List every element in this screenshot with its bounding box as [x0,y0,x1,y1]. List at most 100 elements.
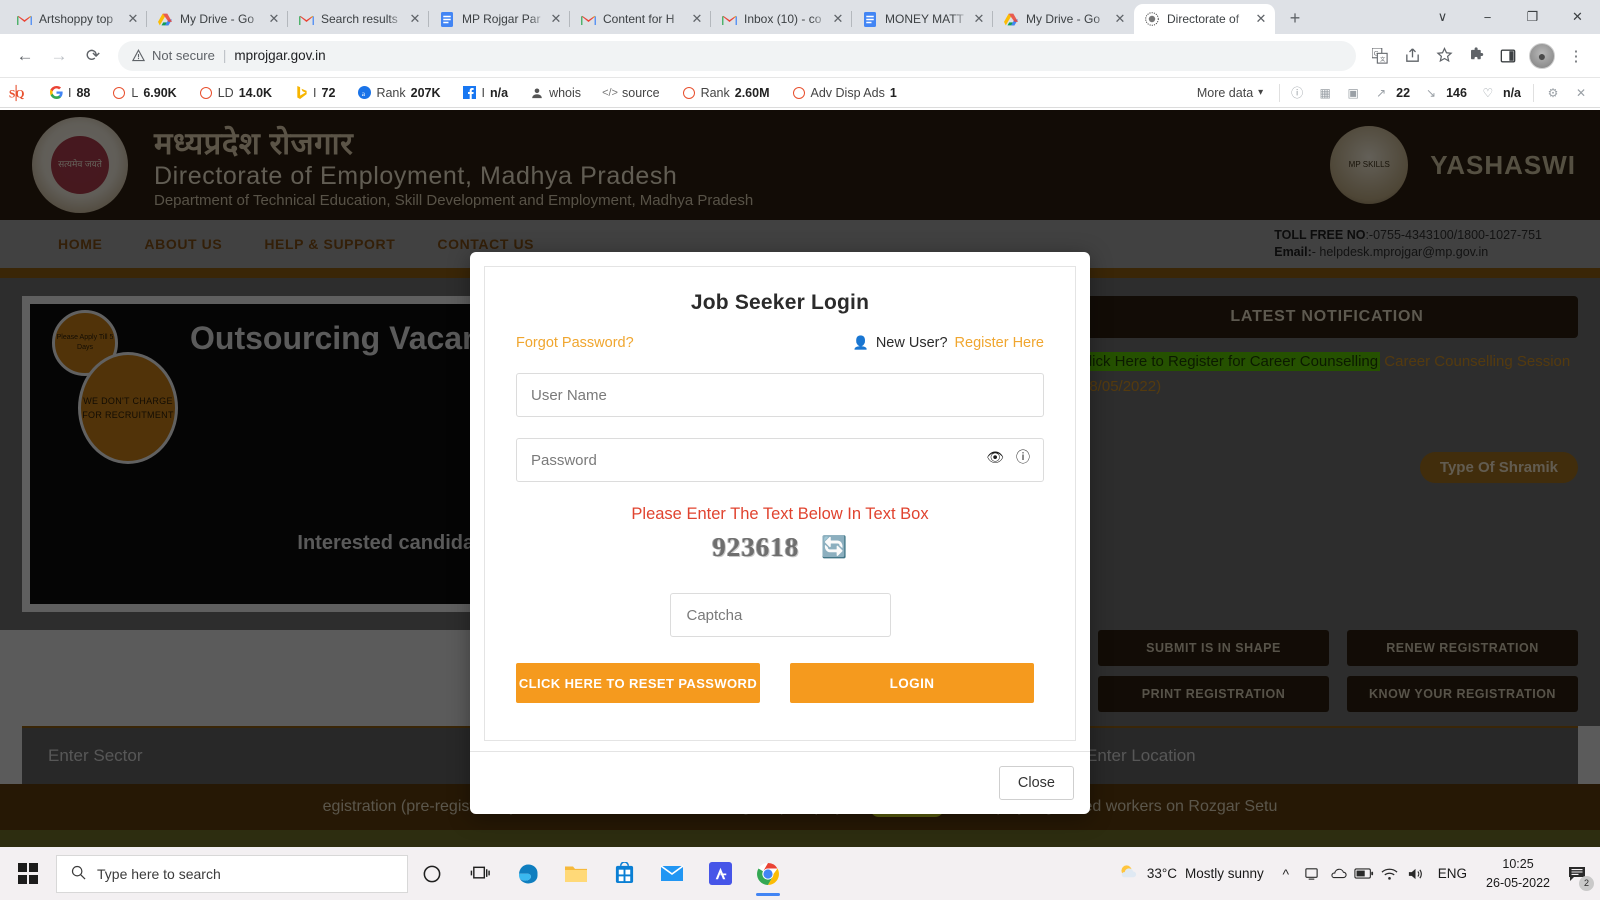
translate-icon[interactable]: G文 [1364,40,1396,72]
tab-title: Content for H [603,12,675,26]
tab-close-icon[interactable]: ✕ [125,11,141,27]
diagnosis-icon[interactable]: ▣ [1340,82,1366,104]
seo-metric-bing[interactable]: I 72 [283,86,346,100]
chevron-up-icon[interactable]: ^ [1273,851,1299,897]
tab-search-icon[interactable]: ∨ [1420,0,1465,34]
close-window-button[interactable]: ✕ [1555,0,1600,34]
drive-icon [157,11,173,27]
browser-tab[interactable]: Inbox (10) - co ✕ [711,4,852,34]
seo-metric-value: 1 [889,85,897,100]
seo-metric-alexa-rank[interactable]: a Rank 207K [346,86,451,100]
onedrive-sync-icon[interactable] [1299,851,1325,897]
tab-close-icon[interactable]: ✕ [407,11,423,27]
login-button[interactable]: LOGIN [790,663,1034,703]
volume-icon[interactable] [1403,851,1429,897]
seoquake-toolbar: SQ I 88 L 6.90K LD 14.0K I 72 a Rank 207… [0,78,1600,108]
minimize-button[interactable]: − [1465,0,1510,34]
onedrive-icon[interactable] [1325,851,1351,897]
weather-widget[interactable]: 33°C Mostly sunny [1109,862,1273,886]
file-explorer-icon[interactable] [552,851,600,897]
seo-more-data-button[interactable]: More data ▾ [1185,86,1275,100]
browser-tab[interactable]: Artshoppy top ✕ [6,4,147,34]
task-view-icon[interactable] [456,851,504,897]
seo-metric-links[interactable]: L 6.90K [101,86,187,100]
extensions-puzzle-icon[interactable] [1460,40,1492,72]
page-diagnosis-icon[interactable]: ♡ [1475,82,1501,104]
close-icon[interactable]: ✕ [1568,82,1594,104]
action-center-button[interactable]: 2 [1560,851,1594,897]
window-controls: ∨ − ❐ ✕ [1420,0,1600,34]
seo-metric-label: L [131,85,139,100]
seo-metric-whois[interactable]: whois [519,86,592,100]
captcha-input[interactable] [669,593,891,637]
password-input[interactable] [516,438,1044,482]
bookmark-star-icon[interactable] [1428,40,1460,72]
address-bar[interactable]: Not secure | mprojgar.gov.in [118,40,1356,71]
chrome-menu-icon[interactable]: ⋮ [1560,40,1592,72]
username-input[interactable] [516,373,1044,417]
refresh-icon[interactable]: 🔄 [821,536,847,560]
taskbar-search-box[interactable]: Type here to search [56,854,408,893]
tab-close-icon[interactable]: ✕ [689,11,705,27]
browser-tab[interactable]: MP Rojgar Par ✕ [429,4,570,34]
eye-icon[interactable]: 👁 [986,450,1004,464]
profile-avatar[interactable]: ● [1529,42,1555,69]
browser-tab[interactable]: MONEY MATT ✕ [852,4,993,34]
tab-close-icon[interactable]: ✕ [971,11,987,27]
browser-tab-active[interactable]: Directorate of ✕ [1134,4,1275,34]
microsoft-store-icon[interactable] [600,851,648,897]
diagnosis-value: n/a [1502,85,1521,100]
seo-metric-label: I [68,85,72,100]
taskbar-clock[interactable]: 10:25 26-05-2022 [1476,855,1560,891]
back-button[interactable]: ← [8,39,42,73]
a-app-icon[interactable] [696,851,744,897]
seo-metric-adv-disp-ads[interactable]: Adv Disp Ads 1 [781,86,908,100]
mail-icon[interactable] [648,851,696,897]
start-button[interactable] [4,851,52,897]
source-code-icon: </> [602,86,618,99]
new-tab-button[interactable]: + [1281,4,1309,32]
seoquake-logo[interactable]: SQ [6,83,28,103]
tab-close-icon[interactable]: ✕ [266,11,282,27]
chrome-icon[interactable] [744,851,792,897]
tab-close-icon[interactable]: ✕ [830,11,846,27]
reset-password-button[interactable]: CLICK HERE TO RESET PASSWORD [516,663,760,703]
weather-temperature: 33°C [1146,866,1177,881]
tab-strip: Artshoppy top ✕ My Drive - Go ✕ Search r… [0,0,1600,34]
tab-close-icon[interactable]: ✕ [548,11,564,27]
browser-tab[interactable]: My Drive - Go ✕ [147,4,288,34]
maximize-button[interactable]: ❐ [1510,0,1555,34]
seo-metric-google[interactable]: I 88 [38,86,101,100]
battery-icon[interactable] [1351,851,1377,897]
internal-link-icon[interactable]: ↘ [1418,82,1444,104]
reload-button[interactable]: ⟳ [76,39,110,73]
forward-button[interactable]: → [42,39,76,73]
sidepanel-icon[interactable] [1492,40,1524,72]
wifi-icon[interactable] [1377,851,1403,897]
password-field-wrapper: 👁 ⓘ [516,438,1044,503]
seo-metric-linking-domains[interactable]: LD 14.0K [188,86,283,100]
browser-tab[interactable]: Search results ✕ [288,4,429,34]
browser-tab[interactable]: My Drive - Go ✕ [993,4,1134,34]
seo-metric-semrush-rank[interactable]: Rank 2.60M [671,86,781,100]
seo-metric-source[interactable]: </> source [592,86,671,100]
tab-close-icon[interactable]: ✕ [1112,11,1128,27]
gear-icon[interactable]: ⚙ [1540,82,1566,104]
external-link-icon[interactable]: ↗ [1368,82,1394,104]
info-icon[interactable]: ⓘ [1284,82,1310,104]
info-icon[interactable]: ⓘ [1016,450,1030,464]
new-user-label: New User? [875,335,948,351]
tab-close-icon[interactable]: ✕ [1253,11,1269,27]
forgot-password-link[interactable]: Forgot Password? [516,335,634,351]
edge-icon[interactable] [504,851,552,897]
url-text: mprojgar.gov.in [234,48,326,63]
keyword-density-icon[interactable]: ▦ [1312,82,1338,104]
cortana-icon[interactable] [408,851,456,897]
seo-metric-facebook[interactable]: I n/a [452,86,520,100]
register-here-link[interactable]: Register Here [955,335,1044,351]
browser-tab[interactable]: Content for H ✕ [570,4,711,34]
close-modal-button[interactable]: Close [998,766,1074,800]
clock-time: 10:25 [1502,857,1534,872]
language-indicator[interactable]: ENG [1429,866,1476,881]
share-icon[interactable] [1396,40,1428,72]
